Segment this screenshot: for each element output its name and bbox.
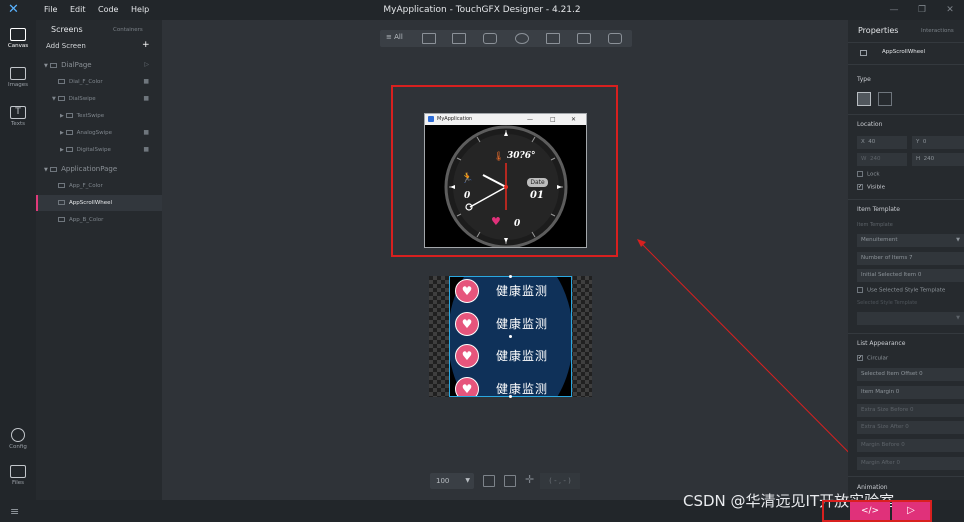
run-simulator-button[interactable]: ▷ (892, 502, 930, 520)
divider (848, 476, 964, 477)
h-label: H (916, 156, 921, 162)
item-margin-field[interactable]: Item Margin 0 (857, 386, 964, 399)
chevron-down-icon: ▼ (956, 315, 960, 321)
tab-interactions[interactable]: Interactions (921, 28, 954, 34)
annotation-arrow (637, 239, 889, 493)
checkmark-icon: ✓ (857, 355, 863, 361)
extra-size-before-field[interactable]: Extra Size Before 0 (857, 404, 964, 417)
play-icon: ▷ (907, 505, 915, 516)
vertical-layout-icon[interactable] (857, 92, 871, 106)
zoom-select[interactable]: 100 ▼ (430, 473, 474, 489)
lock-label: Lock (867, 171, 880, 178)
divider (848, 199, 964, 200)
horizontal-layout-icon[interactable] (878, 92, 892, 106)
x-value: 40 (868, 139, 876, 145)
selected-style-template-select[interactable]: ▼ (857, 312, 964, 325)
item-template-value: Menuitement (861, 237, 898, 243)
visible-label: Visible (867, 184, 885, 191)
h-value: 240 (923, 156, 935, 162)
x-label: X (861, 139, 865, 145)
code-icon: </> (860, 506, 880, 516)
crop-icon[interactable] (504, 475, 516, 487)
number-of-items-field[interactable]: Number of Items 7 (857, 252, 964, 265)
chevron-down-icon: ▼ (956, 237, 960, 243)
properties-panel: Properties Interactions AppScrollWheel T… (848, 20, 964, 500)
generate-code-button[interactable]: </> (850, 502, 890, 520)
visible-checkbox[interactable]: ✓ Visible (857, 184, 885, 191)
widget-icon (860, 50, 867, 56)
type-heading: Type (857, 76, 871, 83)
fit-screen-icon[interactable] (483, 475, 495, 487)
item-template-heading: Item Template (857, 206, 900, 213)
checkbox-icon (857, 287, 863, 293)
initial-selected-item-field[interactable]: Initial Selected Item 0 (857, 269, 964, 282)
extra-size-after-field[interactable]: Extra Size After 0 (857, 421, 964, 434)
divider (848, 114, 964, 115)
w-label: W (861, 156, 867, 162)
x-field[interactable]: X 40 (857, 136, 907, 149)
w-value: 240 (869, 156, 881, 162)
checkbox-icon (857, 171, 863, 177)
width-field[interactable]: W 240 (857, 153, 907, 166)
margin-after-field[interactable]: Margin After 0 (857, 457, 964, 470)
y-value: 0 (922, 139, 927, 145)
selected-style-template-label: Selected Style Template (857, 300, 918, 306)
margin-before-field[interactable]: Margin Before 0 (857, 439, 964, 452)
move-icon[interactable]: ✛ (525, 473, 534, 486)
item-template-label: Item Template (857, 222, 893, 228)
tab-properties[interactable]: Properties (858, 26, 898, 35)
y-label: Y (916, 139, 920, 145)
item-template-select[interactable]: Menuitement ▼ (857, 234, 964, 247)
zoom-bar: 100 ▼ ✛ ( - , - ) (430, 473, 580, 489)
chevron-down-icon: ▼ (465, 477, 470, 484)
notifications-icon[interactable]: ≡ (10, 505, 19, 518)
divider (848, 333, 964, 334)
list-appearance-heading: List Appearance (857, 340, 906, 347)
use-selected-style-checkbox[interactable]: Use Selected Style Template (857, 287, 945, 294)
divider (848, 64, 964, 65)
circular-label: Circular (867, 355, 889, 362)
checkmark-icon: ✓ (857, 184, 863, 190)
location-heading: Location (857, 121, 883, 128)
height-field[interactable]: H 240 (912, 153, 964, 166)
use-selected-style-label: Use Selected Style Template (867, 287, 946, 294)
selected-item-offset-field[interactable]: Selected Item Offset 0 (857, 368, 964, 381)
lock-checkbox[interactable]: Lock (857, 171, 880, 178)
y-field[interactable]: Y 0 (912, 136, 964, 149)
divider (848, 42, 964, 43)
widget-name-field[interactable]: AppScrollWheel (882, 49, 925, 55)
circular-checkbox[interactable]: ✓ Circular (857, 355, 888, 362)
coordinate-readout: ( - , - ) (540, 473, 580, 489)
zoom-value: 100 (436, 477, 450, 485)
